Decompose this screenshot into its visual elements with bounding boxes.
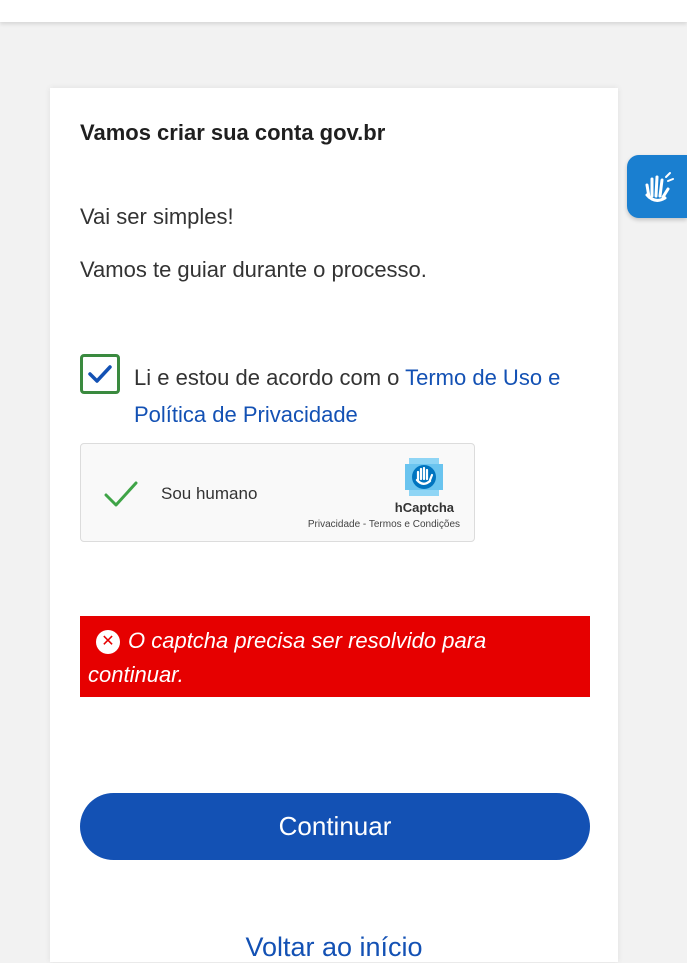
page-title: Vamos criar sua conta gov.br [80, 120, 386, 145]
error-message: O captcha precisa ser resolvido para con… [88, 628, 487, 687]
intro-line-1: Vai ser simples! [80, 204, 234, 229]
error-alert: ✕ O captcha precisa ser resolvido para co… [80, 616, 590, 697]
consent-text: Li e estou de acordo com o [134, 365, 406, 390]
back-to-home-link[interactable]: Voltar ao início [0, 932, 668, 963]
error-x-circle-icon: ✕ [96, 630, 120, 654]
hcaptcha-logo-icon [405, 458, 443, 496]
sign-language-hand-icon [645, 171, 674, 202]
top-bar [0, 0, 687, 22]
intro-line-2: Vamos te guiar durante o processo. [80, 257, 427, 282]
checkmark-icon [104, 481, 138, 507]
continue-button[interactable]: Continuar [80, 793, 590, 860]
consent-checkbox[interactable] [80, 354, 120, 394]
captcha-label: Sou humano [161, 484, 258, 503]
hcaptcha-widget[interactable]: Sou humano hCaptcha Privacidade - Termos… [80, 443, 475, 542]
checkmark-icon [88, 365, 112, 383]
captcha-brand: hCaptcha [394, 500, 454, 515]
consent-label: Li e estou de acordo com o Termo de Uso … [134, 359, 574, 433]
captcha-privacy-terms[interactable]: Privacidade - Termos e Condições [308, 519, 460, 530]
accessibility-button[interactable] [627, 155, 687, 218]
